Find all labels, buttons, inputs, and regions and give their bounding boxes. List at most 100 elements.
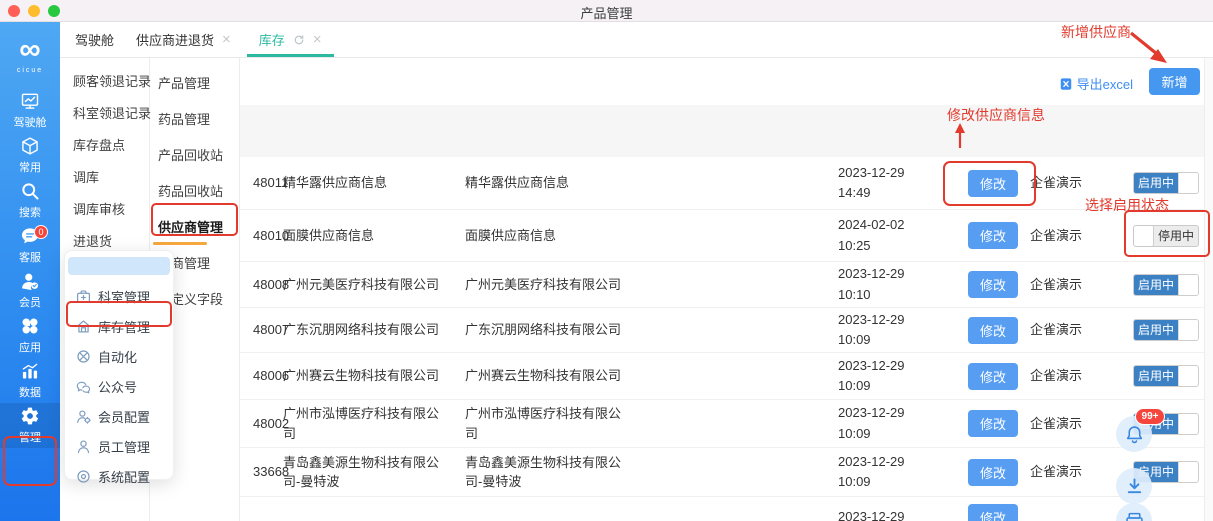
popup-menu-item[interactable]: 科室管理 <box>65 281 173 311</box>
supplier-id: 48006 <box>253 368 290 384</box>
created-time: 2023-12-29 10:09 <box>838 453 905 489</box>
company-short-name: 广州赛云生物科技有限公司 <box>465 368 622 384</box>
close-icon[interactable]: × <box>222 32 231 47</box>
company-short-name: 广东沉朋网络科技有限公司 <box>465 322 622 338</box>
product-menu-item[interactable]: 产品回收站 <box>150 136 239 172</box>
tab[interactable]: 驾驶舱 <box>75 22 114 57</box>
company-short-name: 广州元美医疗科技有限公司 <box>465 276 622 292</box>
company-name: 广州赛云生物科技有限公司 <box>283 368 440 384</box>
created-time: 2023-12-29 14:49 <box>838 164 905 200</box>
floating-action-button[interactable] <box>1116 468 1152 504</box>
tab[interactable]: 库存 × <box>246 22 334 57</box>
popup-menu-item[interactable]: 自动化 <box>65 341 173 371</box>
dashboard-icon <box>20 91 40 111</box>
table-row: 48010 面膜供应商信息 面膜供应商信息 2024-02-02 10:25 修… <box>240 210 1213 262</box>
company-short-name: 青岛鑫美源生物科技有限公司-曼特波 <box>465 454 622 490</box>
status-toggle[interactable]: 停用中 <box>1133 224 1199 247</box>
company-name: 广东沉朋网络科技有限公司 <box>283 322 440 338</box>
modify-button[interactable]: 修改 <box>968 410 1018 437</box>
inventory-menu-item[interactable]: 调库审核 <box>60 192 149 224</box>
table-body: 48011 精华露供应商信息 精华露供应商信息 2023-12-29 14:49… <box>240 157 1213 521</box>
member-icon <box>20 271 40 291</box>
modify-button[interactable]: 修改 <box>968 362 1018 390</box>
add-button[interactable]: 新增 <box>1149 68 1200 95</box>
store-name: 企雀演示 <box>1030 464 1083 480</box>
refresh-icon[interactable] <box>293 34 305 46</box>
data-icon <box>20 361 40 381</box>
tab[interactable]: 供应商进退货 × <box>136 22 231 57</box>
created-time: 2024-02-02 10:25 <box>838 217 905 253</box>
store-name: 企雀演示 <box>1030 227 1083 243</box>
popup-menu-item[interactable]: 会员配置 <box>65 401 173 431</box>
main-nav-item[interactable]: 搜索 <box>0 178 60 223</box>
supplier-id: 48002 <box>253 415 290 431</box>
modify-button[interactable]: 修改 <box>968 222 1018 249</box>
modify-button[interactable]: 修改 <box>968 169 1018 197</box>
product-menu-item[interactable]: 供应商管理 <box>150 208 239 245</box>
floating-action-button[interactable]: 99+ <box>1116 408 1165 452</box>
store-name: 企雀演示 <box>1030 175 1083 191</box>
product-menu-item[interactable]: 产品管理 <box>150 64 239 100</box>
store-name: 企雀演示 <box>1030 322 1083 338</box>
floating-buttons: 99+ <box>1116 408 1165 521</box>
product-menu-item[interactable]: 药品回收站 <box>150 172 239 208</box>
apps-icon <box>20 316 40 336</box>
main-nav-item[interactable]: 驾驶舱 <box>0 88 60 133</box>
created-time: 2023-12-29 10:09 <box>838 357 905 393</box>
main-nav-item[interactable]: 会员 <box>0 268 60 313</box>
main-nav-item[interactable]: 应用 <box>0 313 60 358</box>
popup-menu-item[interactable]: 库存管理 <box>65 311 173 341</box>
status-toggle[interactable]: 启用中 <box>1133 319 1199 341</box>
member-config-icon <box>76 409 91 424</box>
main-nav-item[interactable]: 常用 <box>0 133 60 178</box>
modify-button[interactable]: 修改 <box>968 316 1018 344</box>
notification-badge: 0 <box>34 225 48 239</box>
popup-menu-item[interactable]: 公众号 <box>65 371 173 401</box>
app-logo[interactable]: ∞ cicue <box>0 22 60 88</box>
popup-menu-item[interactable]: 系统配置 <box>65 461 173 491</box>
supplier-id: 48011 <box>253 175 289 191</box>
main-nav-item[interactable]: 0 客服 <box>0 223 60 268</box>
created-time: 2023-12-29 <box>838 508 905 521</box>
modify-button[interactable]: 修改 <box>968 458 1018 486</box>
company-short-name: 面膜供应商信息 <box>465 227 557 243</box>
download-icon <box>1124 476 1145 497</box>
product-menu-item[interactable]: 药品管理 <box>150 100 239 136</box>
main-nav-item[interactable]: 管理 <box>0 403 60 448</box>
supplier-id: 48010 <box>253 227 290 243</box>
modify-button[interactable]: 修改 <box>968 271 1018 298</box>
staff-icon <box>76 439 91 454</box>
inventory-menu-item[interactable]: 库存盘点 <box>60 128 149 160</box>
status-toggle[interactable]: 启用中 <box>1133 273 1199 296</box>
export-excel-button[interactable]: 导出excel <box>1059 74 1133 93</box>
main-nav: 驾驶舱 常用 搜索 0 客服 会员 应用 数据 管理 <box>0 88 60 448</box>
floating-action-button[interactable] <box>1116 503 1152 521</box>
status-toggle[interactable]: 启用中 <box>1133 172 1199 194</box>
table-row: 33668 青岛鑫美源生物科技有限公司-曼特波 青岛鑫美源生物科技有限公司-曼特… <box>240 448 1213 497</box>
popup-menu-item[interactable]: 员工管理 <box>65 431 173 461</box>
window-title: 产品管理 <box>580 6 633 21</box>
app-window: 产品管理 ∞ cicue 驾驶舱 常用 搜索 0 客服 会员 应用 数据 管理 … <box>0 0 1213 521</box>
company-name: 广州市泓博医疗科技有限公司 <box>283 406 440 441</box>
inventory-menu-item[interactable]: 科室领退记录 <box>60 96 151 128</box>
table-row: 48002 广州市泓博医疗科技有限公司 广州市泓博医疗科技有限公司 2023-1… <box>240 400 1213 448</box>
tab-bar: 驾驶舱 供应商进退货 × 库存 × <box>60 22 1213 58</box>
close-icon[interactable]: × <box>313 32 322 47</box>
inventory-menu-item[interactable]: 顾客领退记录 <box>60 64 151 96</box>
table-row: 48006 广州赛云生物科技有限公司 广州赛云生物科技有限公司 2023-12-… <box>240 353 1213 400</box>
automation-icon <box>76 349 91 364</box>
table-row: 48008 广州元美医疗科技有限公司 广州元美医疗科技有限公司 2023-12-… <box>240 262 1213 308</box>
vertical-scrollbar[interactable] <box>1204 58 1213 521</box>
popup-highlighted-item[interactable] <box>68 257 170 275</box>
main-nav-item[interactable]: 数据 <box>0 358 60 403</box>
inventory-menu-item[interactable]: 调库 <box>60 160 149 192</box>
supplier-id: 48007 <box>253 322 290 338</box>
medkit-icon <box>76 289 91 304</box>
main-sidebar: ∞ cicue 驾驶舱 常用 搜索 0 客服 会员 应用 数据 管理 <box>0 22 60 521</box>
modify-button[interactable]: 修改 <box>968 503 1018 521</box>
company-short-name: 精华露供应商信息 <box>465 175 570 191</box>
store-name: 企雀演示 <box>1030 368 1083 384</box>
logo-infinity-icon: ∞ <box>19 32 41 66</box>
company-name: 精华露供应商信息 <box>283 175 388 191</box>
status-toggle[interactable]: 启用中 <box>1133 365 1199 387</box>
